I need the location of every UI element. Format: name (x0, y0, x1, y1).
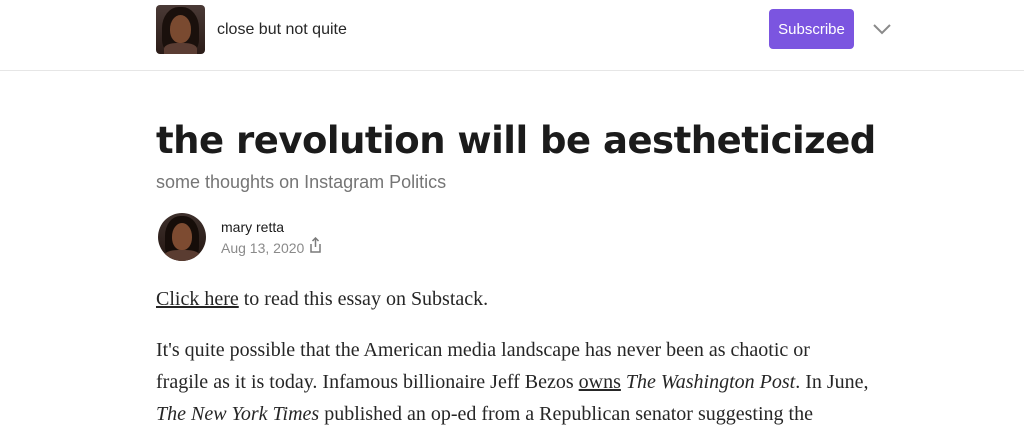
intro-text: to read this essay on Substack. (238, 288, 489, 310)
avatar-face-shape (170, 15, 191, 43)
substack-link[interactable]: Click here (156, 288, 239, 310)
publication-avatar[interactable] (156, 5, 205, 54)
nyt-title: The New York Times (156, 403, 320, 425)
article-subtitle: some thoughts on Instagram Politics (156, 172, 447, 192)
chevron-down-icon[interactable] (872, 22, 892, 36)
top-navigation-bar: close but not quite Subscribe (0, 0, 1024, 71)
paragraph-line-1: It's quite possible that the American me… (156, 339, 810, 361)
paragraph-line-2c: . In June, (795, 371, 869, 393)
avatar-body-shape (164, 250, 200, 261)
author-avatar[interactable] (158, 213, 206, 261)
author-name[interactable]: mary retta (221, 219, 284, 235)
washington-post-title: The Washington Post (625, 371, 796, 393)
intro-paragraph: Click here to read this essay on Substac… (156, 283, 896, 315)
avatar-body-shape (164, 43, 197, 54)
post-date: Aug 13, 2020 (221, 240, 305, 256)
paragraph-line-3: published an op-ed from a Republican sen… (319, 403, 813, 425)
publication-name[interactable]: close but not quite (217, 21, 347, 39)
avatar-face-shape (172, 223, 192, 250)
body-paragraph: It's quite possible that the American me… (156, 334, 896, 430)
share-icon[interactable] (309, 237, 322, 253)
paragraph-line-2a: fragile as it is today. Infamous billion… (156, 371, 579, 393)
subscribe-button[interactable]: Subscribe (769, 9, 854, 49)
owns-link[interactable]: owns (579, 371, 621, 393)
article-title: the revolution will be aestheticized (156, 119, 876, 162)
